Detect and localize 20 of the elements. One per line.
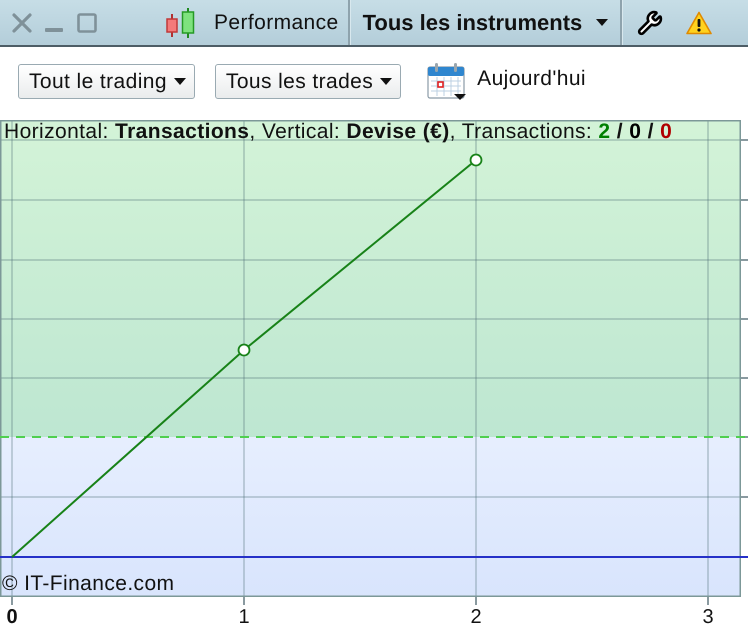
caret-icon [596,19,608,26]
wrench-icon[interactable] [637,10,664,36]
copyright-text: © IT-Finance.com [2,572,174,596]
data-point [470,154,482,166]
calendar-icon[interactable] [427,62,468,101]
instrument-dropdown[interactable]: Tous les instruments [358,6,612,40]
window-title: Performance [214,10,339,34]
caret-icon [174,78,186,85]
x-tick-label: 3 [702,606,714,626]
x-tick-label: 2 [470,606,482,626]
candlestick-icon [165,8,197,38]
x-tick-label: 0 [6,606,18,626]
filter-dropdown[interactable]: Tous les trades [214,64,402,99]
caret-icon [380,78,392,85]
chart-caption: Horizontal: Transactions, Vertical: Devise (€), Transactions: 2 / 0 / 0 [4,120,672,144]
data-point [238,344,250,356]
warning-icon[interactable] [686,10,712,34]
x-tick-label: 1 [238,606,250,626]
filter-dropdown[interactable]: Tout le trading [18,64,195,99]
date-label: Aujourd'hui [477,66,586,90]
